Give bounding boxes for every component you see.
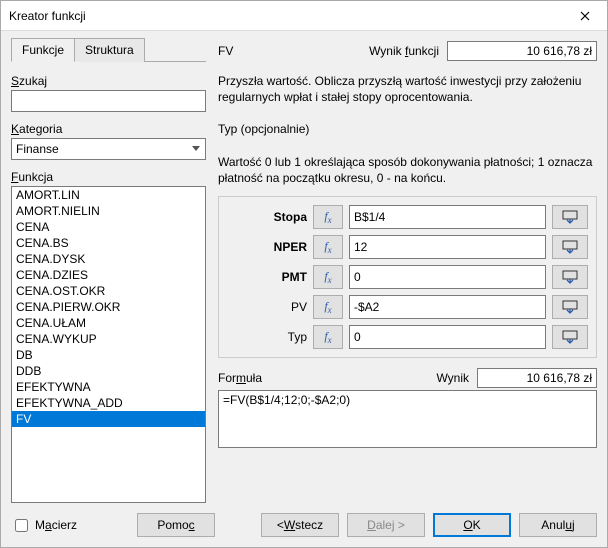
parameters-group: StopafxNPERfxPMTfxPVfxTypfx [218,196,597,358]
category-select-wrap: Finanse [11,138,206,166]
param-name: PV [227,300,307,314]
tab-structure[interactable]: Struktura [75,38,145,62]
result-header: FV Wynik funkcji 10 616,78 zł [218,41,597,61]
close-icon [580,11,590,21]
result2-label: Wynik [436,371,469,385]
function-list-item[interactable]: AMORT.NIELIN [12,203,205,219]
right-panel: FV Wynik funkcji 10 616,78 zł Przyszła w… [218,37,597,503]
shrink-button[interactable] [552,295,588,319]
shrink-button[interactable] [552,265,588,289]
matrix-label: Macierz [35,518,77,532]
param-row: Typfx [227,325,588,349]
function-list-item[interactable]: AMORT.LIN [12,187,205,203]
tab-structure-label: Struktura [85,43,134,57]
param-input[interactable] [349,205,546,229]
param-row: PV fx [227,295,588,319]
function-result-value: 10 616,78 zł [447,41,597,61]
param-name: NPER [227,240,307,254]
param-name: Stopa [227,210,307,224]
function-list-item[interactable]: CENA.PIERW.OKR [12,299,205,315]
function-list-item[interactable]: DB [12,347,205,363]
function-list-item[interactable]: CENA.BS [12,235,205,251]
function-list-item[interactable]: CENA.DZIES [12,267,205,283]
function-list-item[interactable]: DDB [12,363,205,379]
tab-functions[interactable]: Funkcje [11,38,75,62]
category-label: Kategoria [11,122,206,136]
search-input[interactable] [11,90,206,112]
category-select[interactable]: Finanse [11,138,206,160]
param-input[interactable] [349,325,546,349]
search-label: Szukaj [11,74,206,88]
fx-button[interactable]: fx [313,265,343,289]
function-list-item[interactable]: CENA [12,219,205,235]
function-list-item[interactable]: CENA.DYSK [12,251,205,267]
param-description: Wartość 0 lub 1 określająca sposób dokon… [218,154,597,186]
current-function-name: FV [218,44,233,58]
wizard-window: Kreator funkcji Funkcje Struktura Szukaj… [0,0,608,548]
dialog-body: Funkcje Struktura Szukaj Kategoria Finan… [1,31,607,503]
function-description: Przyszła wartość. Oblicza przyszłą warto… [218,73,597,105]
function-list-item[interactable]: CENA.OST.OKR [12,283,205,299]
param-row: NPER fx [227,235,588,259]
shrink-button[interactable] [552,325,588,349]
left-panel: Funkcje Struktura Szukaj Kategoria Finan… [11,37,206,503]
help-button[interactable]: Pomoc [137,513,215,537]
footer: Macierz Pomoc < Wstecz Dalej > OK Anuluj [1,503,607,547]
matrix-checkbox[interactable] [15,519,28,532]
function-result-label: Wynik funkcji [369,44,439,58]
param-input[interactable] [349,265,546,289]
tab-functions-label: Funkcje [22,43,64,57]
function-list-item[interactable]: CENA.UŁAM [12,315,205,331]
fx-button[interactable]: fx [313,325,343,349]
param-name: PMT [227,270,307,284]
formula-header: Formuła Wynik 10 616,78 zł [218,368,597,388]
function-list-item[interactable]: EFEKTYWNA_ADD [12,395,205,411]
fx-button[interactable]: fx [313,295,343,319]
matrix-checkbox-wrap[interactable]: Macierz [11,516,77,535]
param-row: PMT fx [227,265,588,289]
shrink-button[interactable] [552,235,588,259]
result2-value: 10 616,78 zł [477,368,597,388]
window-title: Kreator funkcji [9,9,86,23]
function-list-item[interactable]: CENA.WYKUP [12,331,205,347]
ok-button[interactable]: OK [433,513,511,537]
fx-button[interactable]: fx [313,205,343,229]
cancel-button[interactable]: Anuluj [519,513,597,537]
function-list[interactable]: AMORT.LINAMORT.NIELINCENACENA.BSCENA.DYS… [11,186,206,503]
shrink-button[interactable] [552,205,588,229]
fx-button[interactable]: fx [313,235,343,259]
param-title: Typ (opcjonalnie) [218,121,597,137]
next-button[interactable]: Dalej > [347,513,425,537]
param-input[interactable] [349,295,546,319]
param-name: Typ [227,330,307,344]
close-button[interactable] [562,1,607,31]
formula-textarea[interactable] [218,390,597,448]
function-list-item[interactable]: EFEKTYWNA [12,379,205,395]
tab-bar: Funkcje Struktura [11,37,206,62]
back-button[interactable]: < Wstecz [261,513,339,537]
function-label: Funkcja [11,170,206,184]
param-row: Stopafx [227,205,588,229]
formula-label: Formuła [218,371,262,385]
titlebar: Kreator funkcji [1,1,607,31]
function-list-item[interactable]: FV [12,411,205,427]
param-input[interactable] [349,235,546,259]
